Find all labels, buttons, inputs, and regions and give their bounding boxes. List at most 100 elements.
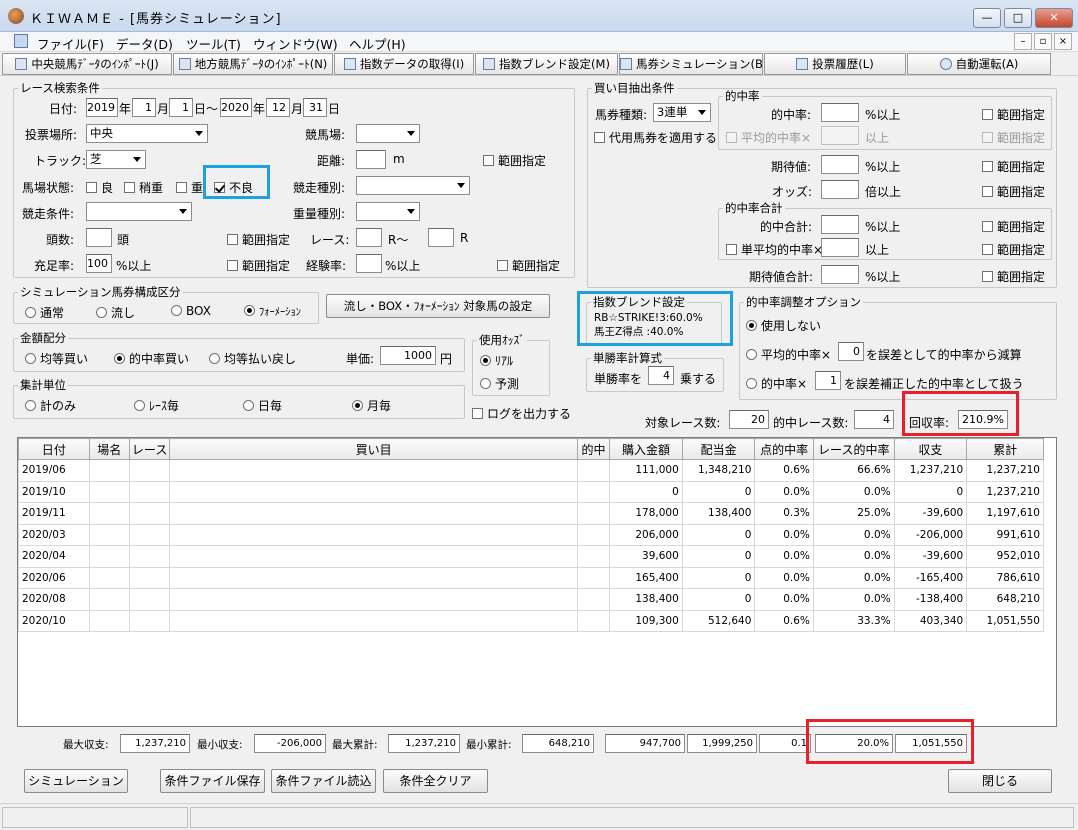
hit-rate-input[interactable]: [821, 103, 859, 122]
unit-price-input[interactable]: 1000: [380, 346, 436, 365]
column-header[interactable]: 配当金: [681, 438, 756, 460]
adjust-correct-radio[interactable]: 的中率×: [746, 375, 807, 392]
table-row[interactable]: 2019/11 178,000 138,400 0.3% 25.0% -39,600 1,1…: [18, 502, 1044, 525]
simulation-button[interactable]: 馬券シミュレーション(B): [619, 53, 763, 75]
import-central-button[interactable]: 中央競馬ﾃﾞｰﾀのｲﾝﾎﾟｰﾄ(J): [2, 53, 172, 75]
track-select[interactable]: [356, 124, 420, 143]
column-header[interactable]: 購入金額: [609, 438, 683, 460]
hit-rate-range-checkbox[interactable]: 範囲指定: [982, 106, 1045, 123]
maximize-icon[interactable]: □: [1004, 8, 1032, 28]
distance-input[interactable]: [356, 150, 386, 169]
fetch-index-button[interactable]: 指数データの取得(I): [334, 53, 474, 75]
heads-input[interactable]: [86, 228, 112, 247]
alt-bet-checkbox[interactable]: 代用馬券を適用する: [594, 129, 717, 146]
condition-select[interactable]: [86, 202, 192, 221]
column-header[interactable]: 的中: [576, 438, 611, 460]
agg-total-radio[interactable]: 計のみ: [25, 397, 76, 414]
raceno-from-input[interactable]: [356, 228, 382, 247]
agg-race-radio[interactable]: ﾚｰｽ毎: [134, 397, 179, 414]
money-equal-radio[interactable]: 均等買い: [25, 350, 88, 367]
table-row[interactable]: 2019/10 0 0 0.0% 0.0% 0 1,237,210: [18, 480, 1044, 503]
month-from-input[interactable]: 1: [132, 98, 156, 117]
year-to-input[interactable]: 2020: [220, 98, 252, 117]
adjust-correct-input[interactable]: 1: [815, 371, 841, 390]
ev-input[interactable]: [821, 155, 859, 174]
adjust-subtract-radio[interactable]: 平均的中率×: [746, 346, 831, 363]
menu-help[interactable]: ヘルプ(H): [349, 34, 406, 53]
auto-run-button[interactable]: 自動運転(A): [907, 53, 1051, 75]
column-header[interactable]: 場名: [88, 438, 130, 460]
year-from-input[interactable]: 2019: [86, 98, 118, 117]
simulate-button[interactable]: シミュレーション: [24, 769, 128, 793]
weight-select[interactable]: [356, 202, 420, 221]
surface-select[interactable]: 芝: [86, 150, 146, 169]
sim-normal-radio[interactable]: 通常: [25, 304, 64, 321]
import-local-button[interactable]: 地方競馬ﾃﾞｰﾀのｲﾝﾎﾟｰﾄ(N): [173, 53, 333, 75]
money-hitrate-radio[interactable]: 的中率買い: [114, 350, 189, 367]
fill-range-checkbox[interactable]: 範囲指定: [227, 257, 290, 274]
sim-formation-radio[interactable]: ﾌｫｰﾒｰｼｮﾝ: [244, 304, 301, 319]
fill-input[interactable]: 100: [86, 254, 112, 273]
exp-input[interactable]: [356, 254, 382, 273]
distance-range-checkbox[interactable]: 範囲指定: [483, 152, 546, 169]
hit-total-range-checkbox[interactable]: 範囲指定: [982, 218, 1045, 235]
venue-select[interactable]: 中央: [86, 124, 208, 143]
output-log-checkbox[interactable]: ログを出力する: [472, 405, 571, 422]
table-row[interactable]: 2019/06 111,000 1,348,210 0.6% 66.6% 1,237,21…: [18, 459, 1044, 482]
odds-real-radio[interactable]: ﾘｱﾙ: [480, 352, 513, 369]
adjust-subtract-input[interactable]: 0: [838, 342, 864, 361]
table-row[interactable]: 2020/08 138,400 0 0.0% 0.0% -138,400 648,210: [18, 588, 1044, 611]
avg-hit-input[interactable]: [821, 126, 859, 145]
close-icon[interactable]: ✕: [1035, 8, 1073, 28]
sim-box-radio[interactable]: BOX: [171, 304, 211, 318]
column-header[interactable]: 点的中率: [754, 438, 814, 460]
avg-hit-checkbox[interactable]: 平均的中率×: [726, 129, 811, 146]
menu-data[interactable]: データ(D): [116, 34, 173, 53]
odds-input[interactable]: [821, 180, 859, 199]
column-header[interactable]: レース的中率: [812, 438, 895, 460]
save-conditions-button[interactable]: 条件ファイル保存: [160, 769, 265, 793]
index-blend-button[interactable]: 指数ブレンド設定(M): [475, 53, 618, 75]
column-header[interactable]: 収支: [893, 438, 968, 460]
history-button[interactable]: 投票履歴(L): [764, 53, 906, 75]
close-button[interactable]: 閉じる: [948, 769, 1052, 793]
menu-window[interactable]: ウィンドウ(W): [253, 34, 338, 53]
money-equal-return-radio[interactable]: 均等払い戻し: [209, 350, 296, 367]
mdi-close-icon[interactable]: ×: [1054, 33, 1072, 50]
racetype-select[interactable]: [356, 176, 470, 195]
clear-conditions-button[interactable]: 条件全クリア: [383, 769, 488, 793]
agg-month-radio[interactable]: 月毎: [352, 397, 391, 414]
winrate-input[interactable]: 4: [648, 366, 674, 385]
month-to-input[interactable]: 12: [266, 98, 290, 117]
column-header[interactable]: 買い目: [169, 438, 578, 460]
avg-hit-range-checkbox[interactable]: 範囲指定: [982, 129, 1045, 146]
table-row[interactable]: 2020/10 109,300 512,640 0.6% 33.3% 403,340 1,0…: [18, 609, 1044, 632]
raceno-to-input[interactable]: [428, 228, 454, 247]
minimize-icon[interactable]: —: [973, 8, 1001, 28]
table-row[interactable]: 2020/03 206,000 0 0.0% 0.0% -206,000 991,610: [18, 523, 1044, 546]
menu-file[interactable]: ファイル(F): [37, 34, 104, 53]
mdi-minimize-icon[interactable]: –: [1014, 33, 1032, 50]
adjust-none-radio[interactable]: 使用しない: [746, 317, 821, 334]
odds-range-checkbox[interactable]: 範囲指定: [982, 183, 1045, 200]
mdi-restore-icon[interactable]: ▫: [1034, 33, 1052, 50]
heads-range-checkbox[interactable]: 範囲指定: [227, 231, 290, 248]
column-header[interactable]: 日付: [18, 438, 90, 460]
ev-range-checkbox[interactable]: 範囲指定: [982, 158, 1045, 175]
sim-nagashi-radio[interactable]: 流し: [96, 304, 135, 321]
column-header[interactable]: レース: [128, 438, 171, 460]
going-soft-checkbox[interactable]: 重: [176, 179, 203, 196]
single-avg-input[interactable]: [821, 238, 859, 257]
target-horse-button[interactable]: 流し・BOX・ﾌｫｰﾒｰｼｮﾝ 対象馬の設定: [326, 294, 550, 318]
ev-total-input[interactable]: [821, 265, 859, 284]
day-to-input[interactable]: 31: [303, 98, 327, 117]
going-good-checkbox[interactable]: 稍重: [124, 179, 163, 196]
menu-tools[interactable]: ツール(T): [186, 34, 241, 53]
table-row[interactable]: 2020/06 165,400 0 0.0% 0.0% -165,400 786,610: [18, 566, 1044, 589]
exp-range-checkbox[interactable]: 範囲指定: [497, 257, 560, 274]
result-table[interactable]: 日付 場名 レース 買い目 的中 購入金額 配当金 点的中率 レース的中率 収支 累計 2019/0…: [17, 437, 1057, 727]
ev-total-range-checkbox[interactable]: 範囲指定: [982, 268, 1045, 285]
table-row[interactable]: 2020/04 39,600 0 0.0% 0.0% -39,600 952,010: [18, 545, 1044, 568]
bet-type-select[interactable]: 3連単: [653, 103, 711, 122]
going-firm-checkbox[interactable]: 良: [86, 179, 113, 196]
